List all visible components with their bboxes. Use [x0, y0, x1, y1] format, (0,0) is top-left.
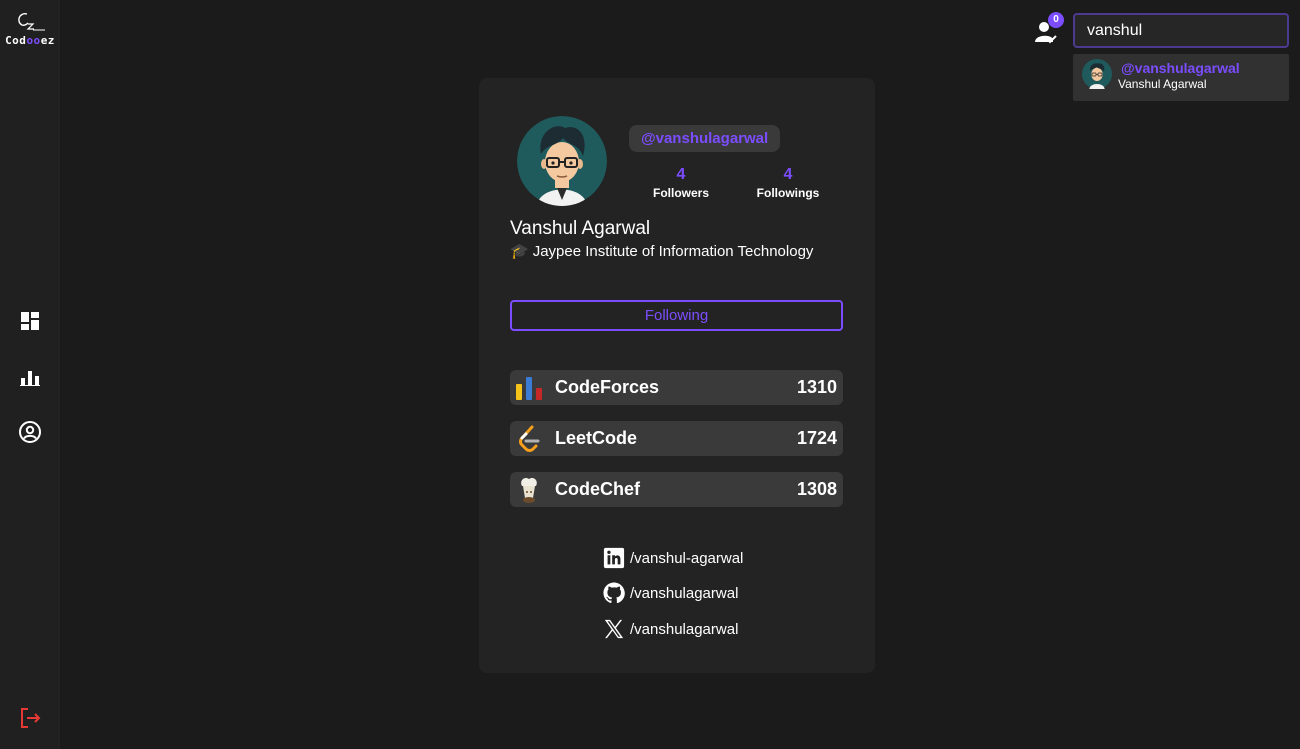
- search-result-name: Vanshul Agarwal: [1118, 77, 1207, 91]
- leetcode-icon: [519, 425, 540, 452]
- platform-row-codeforces[interactable]: CodeForces 1310: [510, 370, 843, 405]
- avatar: [1082, 59, 1112, 89]
- social-x-text: /vanshulagarwal: [630, 621, 739, 638]
- bar-chart-icon[interactable]: [18, 365, 42, 389]
- search-result-item[interactable]: @vanshulagarwal Vanshul Agarwal: [1073, 54, 1289, 101]
- platform-rating: 1724: [796, 428, 837, 448]
- institute-name: Jaypee Institute of Information Technolo…: [532, 243, 814, 260]
- followers-stat[interactable]: 4 Followers: [636, 166, 726, 200]
- search-result-handle: @vanshulagarwal: [1121, 60, 1240, 76]
- following-button[interactable]: Following: [510, 300, 843, 331]
- followings-label: Followings: [756, 186, 820, 200]
- profile-avatar: [517, 116, 607, 206]
- notification-count-badge: 0: [1048, 12, 1064, 28]
- followers-count: 4: [676, 166, 686, 183]
- logo-mark-icon: [18, 13, 45, 31]
- profile-card: @vanshulagarwal 4 Followers 4 Followings…: [479, 78, 875, 673]
- followers-label: Followers: [652, 186, 709, 200]
- platform-name: CodeChef: [555, 479, 640, 499]
- followings-stat[interactable]: 4 Followings: [743, 166, 833, 200]
- codeforces-icon: [516, 377, 542, 400]
- codechef-icon: [521, 477, 537, 503]
- profile-handle[interactable]: @vanshulagarwal: [629, 125, 781, 152]
- profile-full-name: Vanshul Agarwal: [510, 218, 651, 239]
- followings-count: 4: [783, 166, 793, 183]
- graduation-cap-icon: 🎓: [510, 242, 529, 260]
- social-github-text: /vanshulagarwal: [630, 585, 739, 602]
- logo-text: Codooez: [5, 34, 55, 47]
- platform-name: LeetCode: [555, 428, 638, 448]
- platform-row-leetcode[interactable]: LeetCode 1724: [510, 421, 843, 456]
- platform-rating: 1310: [796, 377, 837, 397]
- user-circle-icon[interactable]: [18, 420, 42, 444]
- platform-name: CodeForces: [555, 377, 660, 397]
- sidebar: Codooez: [0, 0, 60, 749]
- follow-requests-button[interactable]: 0: [1034, 12, 1064, 44]
- logout-icon[interactable]: [18, 706, 42, 730]
- x-twitter-icon: [604, 619, 624, 639]
- social-linkedin-text: /vanshul-agarwal: [630, 550, 744, 567]
- profile-institute: 🎓 Jaypee Institute of Information Technol…: [510, 242, 813, 260]
- logo[interactable]: Codooez: [0, 10, 60, 47]
- dashboard-icon[interactable]: [18, 309, 42, 333]
- github-icon: [603, 582, 625, 604]
- platform-row-codechef[interactable]: CodeChef 1308: [510, 472, 843, 507]
- platform-rating: 1308: [796, 479, 837, 499]
- search-input[interactable]: [1073, 13, 1289, 48]
- app-root: Codooez 0 vanshul @vanshulagarwal Vanshu…: [0, 0, 1300, 749]
- linkedin-icon: [603, 547, 625, 569]
